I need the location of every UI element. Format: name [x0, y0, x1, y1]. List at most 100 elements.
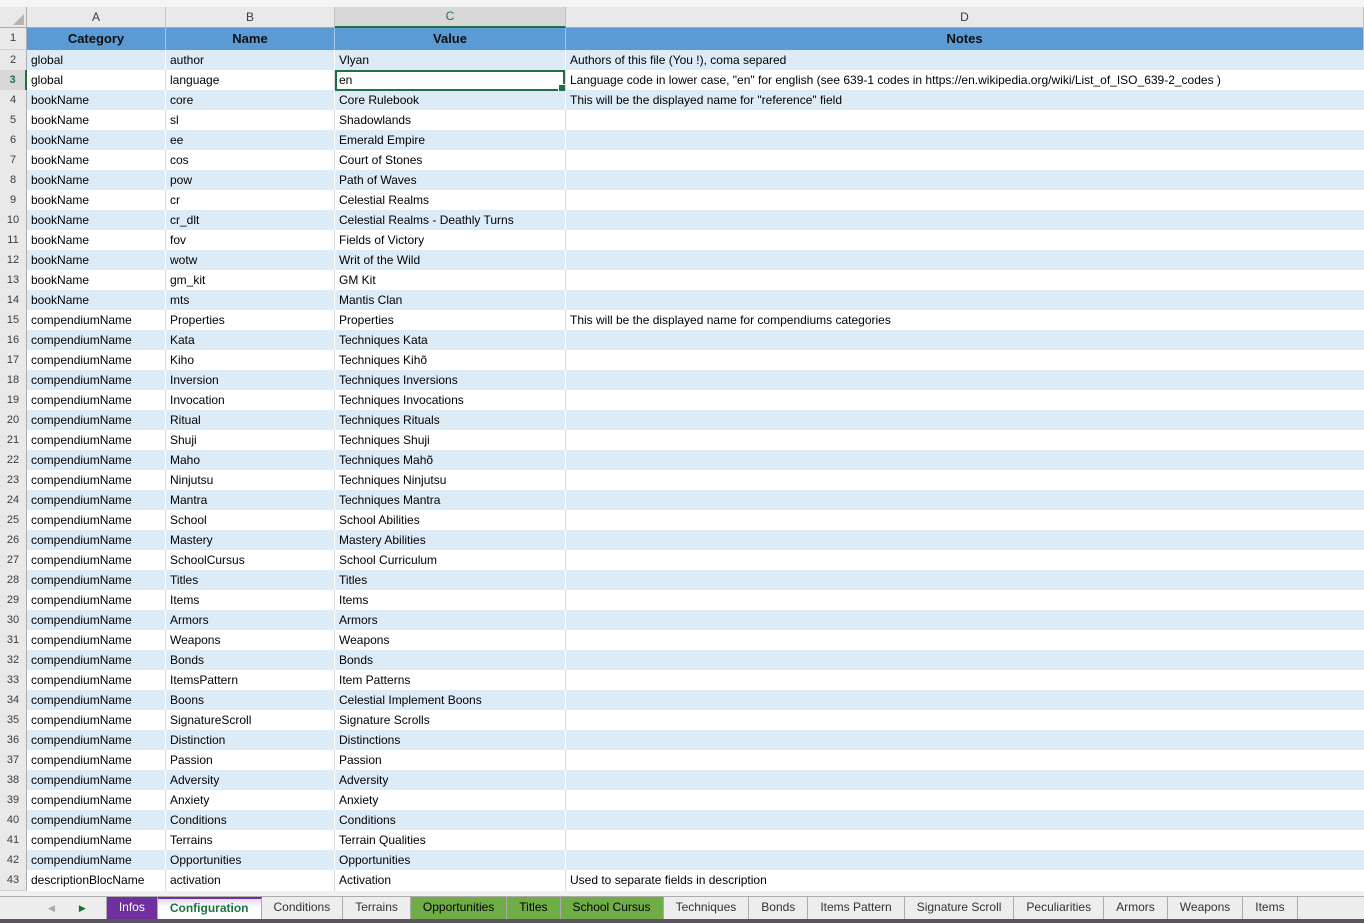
cell-notes[interactable] — [566, 450, 1364, 471]
row-number[interactable]: 20 — [0, 410, 27, 431]
cell-name[interactable]: pow — [166, 170, 335, 191]
cell-category[interactable]: compendiumName — [27, 510, 166, 531]
row-number[interactable]: 25 — [0, 510, 27, 531]
sheet-tab-titles[interactable]: Titles — [507, 897, 560, 919]
cell-value[interactable]: Terrain Qualities — [335, 830, 566, 851]
cell-value[interactable]: Opportunities — [335, 850, 566, 871]
cell-notes[interactable] — [566, 170, 1364, 191]
cell-value[interactable]: GM Kit — [335, 270, 566, 291]
cell-category[interactable]: global — [27, 70, 166, 91]
cell-category[interactable]: compendiumName — [27, 830, 166, 851]
cell-name[interactable]: Distinction — [166, 730, 335, 751]
sheet-tab-conditions[interactable]: Conditions — [262, 897, 344, 919]
cell-name[interactable]: Inversion — [166, 370, 335, 391]
cell-category[interactable]: compendiumName — [27, 750, 166, 771]
cell-name[interactable]: Passion — [166, 750, 335, 771]
cell-notes[interactable] — [566, 290, 1364, 311]
cell-value[interactable]: Conditions — [335, 810, 566, 831]
cell-value[interactable]: Techniques Kata — [335, 330, 566, 351]
cell-name[interactable]: Conditions — [166, 810, 335, 831]
cell-value[interactable]: Armors — [335, 610, 566, 631]
cell-value[interactable]: Items — [335, 590, 566, 611]
row-number[interactable]: 15 — [0, 310, 27, 331]
cell-category[interactable]: bookName — [27, 110, 166, 131]
row-number[interactable]: 9 — [0, 190, 27, 211]
row-number[interactable]: 31 — [0, 630, 27, 651]
cell-category[interactable]: bookName — [27, 290, 166, 311]
cell-category[interactable]: compendiumName — [27, 630, 166, 651]
sheet-tab-terrains[interactable]: Terrains — [343, 897, 411, 919]
cell-category[interactable]: descriptionBlocName — [27, 870, 166, 891]
row-number[interactable]: 8 — [0, 170, 27, 191]
cell-category[interactable]: compendiumName — [27, 590, 166, 611]
cell-name[interactable]: Invocation — [166, 390, 335, 411]
cell-name[interactable]: Bonds — [166, 650, 335, 671]
cell-name[interactable]: SignatureScroll — [166, 710, 335, 731]
cell-value[interactable]: Mantis Clan — [335, 290, 566, 311]
cell-category[interactable]: compendiumName — [27, 470, 166, 491]
cell-notes[interactable] — [566, 250, 1364, 271]
cell-value[interactable]: School Abilities — [335, 510, 566, 531]
cell-category[interactable]: bookName — [27, 250, 166, 271]
cell-name[interactable]: fov — [166, 230, 335, 251]
cell-value[interactable]: Bonds — [335, 650, 566, 671]
row-number[interactable]: 37 — [0, 750, 27, 771]
cell-notes[interactable] — [566, 770, 1364, 791]
cell-value[interactable]: Celestial Realms - Deathly Turns — [335, 210, 566, 231]
row-number[interactable]: 28 — [0, 570, 27, 591]
header-cell-category[interactable]: Category — [27, 28, 166, 50]
cell-value[interactable]: Techniques Rituals — [335, 410, 566, 431]
cell-value[interactable]: Titles — [335, 570, 566, 591]
column-header-c[interactable]: C — [335, 7, 566, 28]
cell-notes[interactable] — [566, 850, 1364, 871]
cell-value[interactable]: Court of Stones — [335, 150, 566, 171]
row-number[interactable]: 33 — [0, 670, 27, 691]
header-cell-notes[interactable]: Notes — [566, 28, 1364, 50]
row-number[interactable]: 32 — [0, 650, 27, 671]
fill-handle[interactable] — [558, 84, 566, 91]
cell-category[interactable]: compendiumName — [27, 350, 166, 371]
sheet-tab-opportunities[interactable]: Opportunities — [411, 897, 507, 919]
row-number[interactable]: 43 — [0, 870, 27, 891]
cell-category[interactable]: bookName — [27, 90, 166, 111]
row-number[interactable]: 21 — [0, 430, 27, 451]
sheet-tab-school-cursus[interactable]: School Cursus — [561, 897, 664, 919]
cell-value[interactable]: Weapons — [335, 630, 566, 651]
cell-name[interactable]: ItemsPattern — [166, 670, 335, 691]
cell-name[interactable]: core — [166, 90, 335, 111]
cell-notes[interactable]: Used to separate fields in description — [566, 870, 1364, 891]
row-number[interactable]: 11 — [0, 230, 27, 251]
row-number[interactable]: 4 — [0, 90, 27, 111]
cell-name[interactable]: mts — [166, 290, 335, 311]
row-number[interactable]: 2 — [0, 50, 27, 71]
cell-value[interactable]: Techniques Ninjutsu — [335, 470, 566, 491]
row-number[interactable]: 29 — [0, 590, 27, 611]
cell-notes[interactable] — [566, 430, 1364, 451]
cell-notes[interactable] — [566, 790, 1364, 811]
cell-category[interactable]: compendiumName — [27, 410, 166, 431]
cell-name[interactable]: Adversity — [166, 770, 335, 791]
cell-category[interactable]: compendiumName — [27, 310, 166, 331]
row-number[interactable]: 34 — [0, 690, 27, 711]
cell-name[interactable]: Properties — [166, 310, 335, 331]
sheet-tab-items-pattern[interactable]: Items Pattern — [808, 897, 904, 919]
cell-name[interactable]: Maho — [166, 450, 335, 471]
cell-name[interactable]: sl — [166, 110, 335, 131]
cell-value[interactable]: Techniques Kihõ — [335, 350, 566, 371]
cell-value[interactable]: Emerald Empire — [335, 130, 566, 151]
cell-name[interactable]: author — [166, 50, 335, 71]
cell-notes[interactable] — [566, 810, 1364, 831]
cell-notes[interactable] — [566, 370, 1364, 391]
sheet-tab-signature-scroll[interactable]: Signature Scroll — [905, 897, 1015, 919]
cell-value[interactable]: Techniques Invocations — [335, 390, 566, 411]
cell-value[interactable]: Celestial Implement Boons — [335, 690, 566, 711]
cell-category[interactable]: bookName — [27, 270, 166, 291]
cell-category[interactable]: global — [27, 50, 166, 71]
cell-notes[interactable] — [566, 670, 1364, 691]
cell-value[interactable]: School Curriculum — [335, 550, 566, 571]
row-number[interactable]: 30 — [0, 610, 27, 631]
cell-value[interactable]: Adversity — [335, 770, 566, 791]
row-number[interactable]: 40 — [0, 810, 27, 831]
cell-category[interactable]: compendiumName — [27, 850, 166, 871]
cell-category[interactable]: bookName — [27, 170, 166, 191]
